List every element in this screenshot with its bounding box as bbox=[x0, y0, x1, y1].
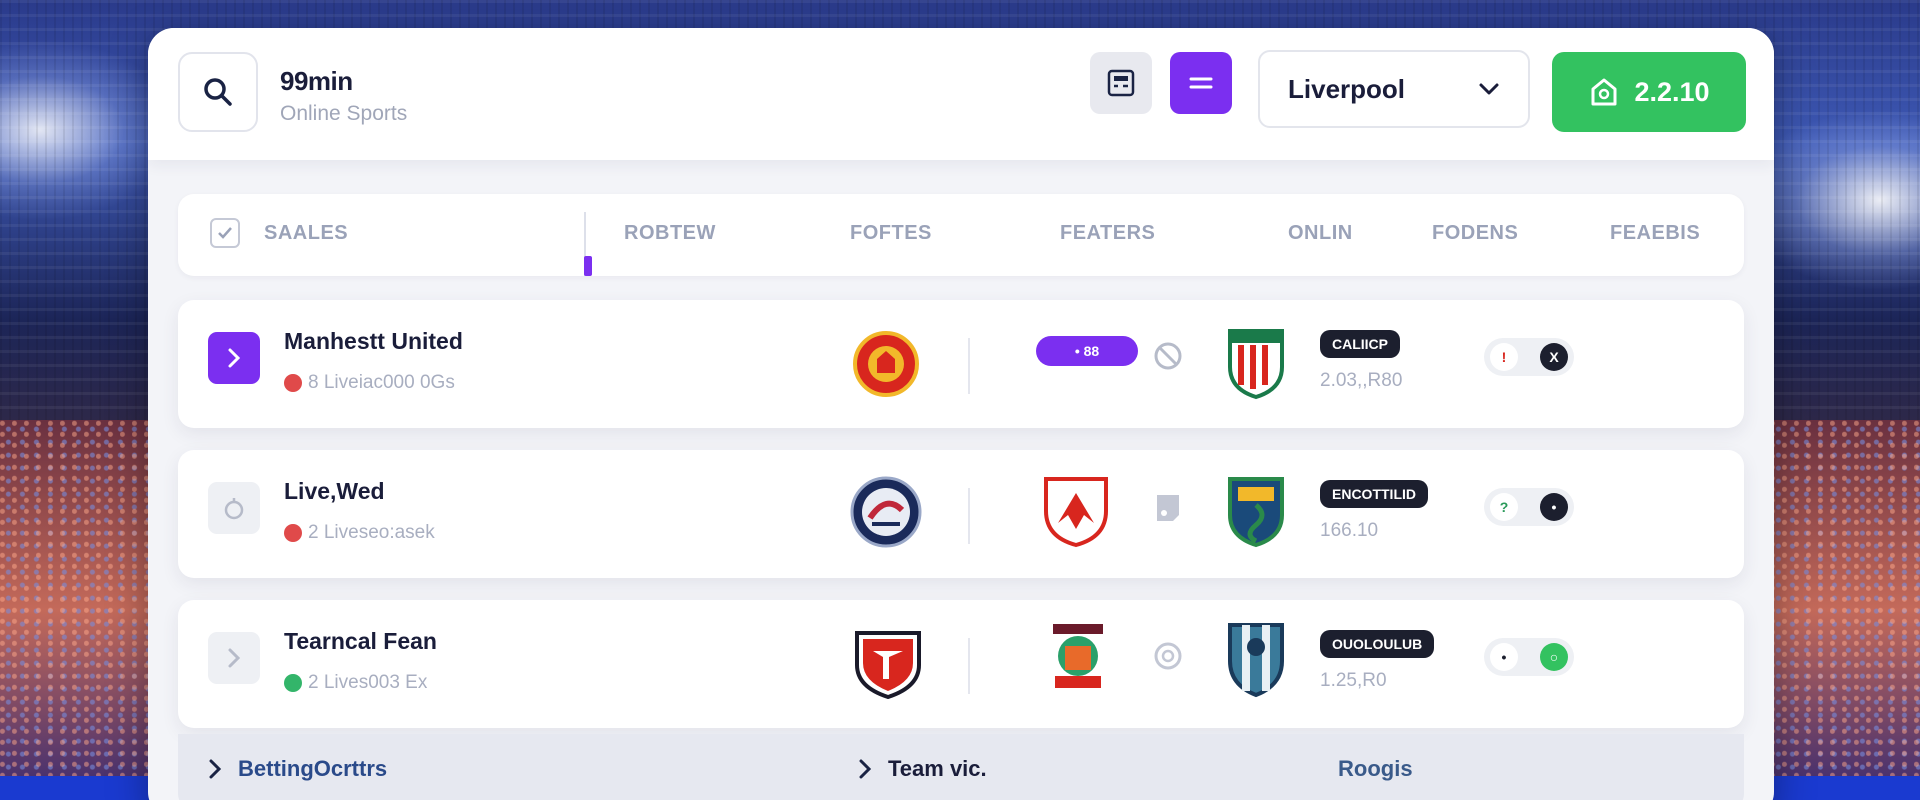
team-meta: 2 Lives003 Ex bbox=[284, 672, 427, 694]
check-icon bbox=[218, 227, 232, 239]
column-header-3[interactable]: FEATERS bbox=[1060, 222, 1155, 245]
footer-bar: BettingOcrttrs Team vic. Roogis bbox=[178, 734, 1744, 800]
team-crest-icon bbox=[850, 624, 926, 700]
app-panel: 99min Online Sports Liverpool 2.2.10 SAA… bbox=[148, 28, 1774, 800]
team-crest-icon bbox=[1040, 618, 1116, 694]
chevron-right-icon bbox=[859, 759, 872, 779]
search-icon bbox=[204, 78, 232, 106]
team-crest-icon bbox=[848, 326, 924, 402]
chevron-right-icon bbox=[209, 759, 222, 779]
footer-link-betting[interactable]: BettingOcrttrs bbox=[208, 756, 387, 782]
market-tag: OUOLOULUB bbox=[1320, 630, 1435, 658]
footer-link-label: Team vic. bbox=[888, 756, 987, 781]
menu-icon bbox=[1189, 77, 1213, 89]
wallet-icon bbox=[1591, 78, 1617, 106]
market-tag: CALIICP bbox=[1320, 330, 1400, 358]
team-name: Tearncal Fean bbox=[284, 628, 437, 654]
active-column-indicator bbox=[584, 256, 592, 276]
team-name: Manhestt United bbox=[284, 328, 463, 354]
team-crest-icon bbox=[848, 474, 924, 550]
team-crest-icon bbox=[1038, 472, 1114, 548]
team-name: Live,Wed bbox=[284, 478, 385, 504]
search-button[interactable] bbox=[178, 52, 258, 132]
footer-link-roogis[interactable]: Roogis bbox=[1338, 756, 1413, 782]
table-row[interactable]: Tearncal Fean 2 Lives003 Ex OUOLOULUB 1.… bbox=[178, 600, 1744, 728]
column-header-6[interactable]: FEAEBIS bbox=[1610, 222, 1700, 245]
bet-toggle[interactable]: • ○ bbox=[1484, 638, 1574, 676]
toggle-right[interactable]: ○ bbox=[1540, 643, 1568, 671]
market-tag-text: OUOLOULUB bbox=[1332, 636, 1423, 652]
crowd-left bbox=[0, 420, 150, 800]
odds-pill-text: • 88 bbox=[1074, 343, 1100, 359]
column-separator bbox=[968, 638, 970, 694]
coin-icon[interactable] bbox=[1150, 638, 1186, 674]
table-row[interactable]: Manhestt United 8 Liveiac000 0Gs • 88 CA… bbox=[178, 300, 1744, 428]
live-dot bbox=[284, 524, 302, 542]
column-header-2[interactable]: FOFTES bbox=[850, 222, 932, 245]
footer-link-label: BettingOcrttrs bbox=[238, 756, 388, 781]
crowd-right bbox=[1770, 420, 1920, 800]
toggle-left[interactable]: ! bbox=[1490, 343, 1518, 371]
brand-title: 99min bbox=[280, 66, 353, 96]
market-tag-text: ENCOTTILID bbox=[1332, 486, 1416, 502]
ban-icon[interactable] bbox=[1150, 338, 1186, 374]
table-header: SAALES ROBTEW FOFTES FEATERS ONLIN FODEN… bbox=[178, 194, 1744, 276]
table-row[interactable]: Live,Wed 2 Liveseo:asek ENCOTTILID 166.1… bbox=[178, 450, 1744, 578]
team-crest-icon bbox=[1218, 472, 1294, 548]
clipboard-icon[interactable] bbox=[1150, 488, 1186, 524]
toggle-left[interactable]: ? bbox=[1490, 493, 1518, 521]
team-meta-text: 2 Liveseo:asek bbox=[308, 522, 435, 543]
column-header-5[interactable]: FODENS bbox=[1432, 222, 1518, 245]
footer-link-label: Roogis bbox=[1338, 756, 1413, 781]
toggle-right[interactable]: X bbox=[1540, 343, 1568, 371]
team-crest-icon bbox=[1218, 620, 1294, 698]
market-tag-text: CALIICP bbox=[1332, 336, 1388, 352]
matches-table: SAALES ROBTEW FOFTES FEATERS ONLIN FODEN… bbox=[178, 194, 1744, 800]
team-meta: 8 Liveiac000 0Gs bbox=[284, 372, 455, 394]
top-bar: 99min Online Sports Liverpool 2.2.10 bbox=[148, 28, 1774, 160]
market-tag: ENCOTTILID bbox=[1320, 480, 1428, 508]
menu-button[interactable] bbox=[1170, 52, 1232, 114]
calculator-icon bbox=[1107, 69, 1135, 97]
team-meta: 2 Liveseo:asek bbox=[284, 522, 435, 544]
bet-toggle[interactable]: ? • bbox=[1484, 488, 1574, 526]
chevron-right-icon bbox=[228, 648, 241, 668]
chevron-down-icon bbox=[1479, 83, 1499, 95]
bet-toggle[interactable]: ! X bbox=[1484, 338, 1574, 376]
footer-link-team[interactable]: Team vic. bbox=[858, 756, 987, 782]
balance-label: 2.2.10 bbox=[1634, 76, 1710, 107]
balance-button[interactable]: 2.2.10 bbox=[1552, 52, 1746, 132]
row-expand-button[interactable] bbox=[208, 332, 260, 384]
toggle-left[interactable]: • bbox=[1490, 643, 1518, 671]
team-select[interactable]: Liverpool bbox=[1258, 50, 1530, 128]
coin-icon bbox=[224, 498, 244, 520]
team-select-value: Liverpool bbox=[1288, 73, 1406, 104]
calculator-button[interactable] bbox=[1090, 52, 1152, 114]
column-header-4[interactable]: ONLIN bbox=[1288, 222, 1353, 245]
column-header-0[interactable]: SAALES bbox=[264, 222, 348, 245]
team-crest-icon bbox=[1218, 324, 1294, 400]
odds-value: 1.25,R0 bbox=[1320, 670, 1387, 691]
column-header-1[interactable]: ROBTEW bbox=[624, 222, 716, 245]
row-expand-button[interactable] bbox=[208, 632, 260, 684]
row-expand-button[interactable] bbox=[208, 482, 260, 534]
ad-board-left bbox=[0, 776, 150, 800]
team-meta-text: 8 Liveiac000 0Gs bbox=[308, 372, 455, 393]
live-dot bbox=[284, 674, 302, 692]
chevron-right-icon bbox=[228, 348, 241, 368]
toggle-right[interactable]: • bbox=[1540, 493, 1568, 521]
odds-value: 2.03,,R80 bbox=[1320, 370, 1403, 391]
brand-subtitle: Online Sports bbox=[280, 102, 408, 125]
team-meta-text: 2 Lives003 Ex bbox=[308, 672, 428, 693]
column-separator bbox=[968, 488, 970, 544]
live-dot bbox=[284, 374, 302, 392]
ad-board-right bbox=[1770, 776, 1920, 800]
column-separator bbox=[968, 338, 970, 394]
select-all-checkbox[interactable] bbox=[210, 218, 240, 248]
odds-pill[interactable]: • 88 bbox=[1036, 336, 1138, 366]
odds-value: 166.10 bbox=[1320, 520, 1379, 541]
